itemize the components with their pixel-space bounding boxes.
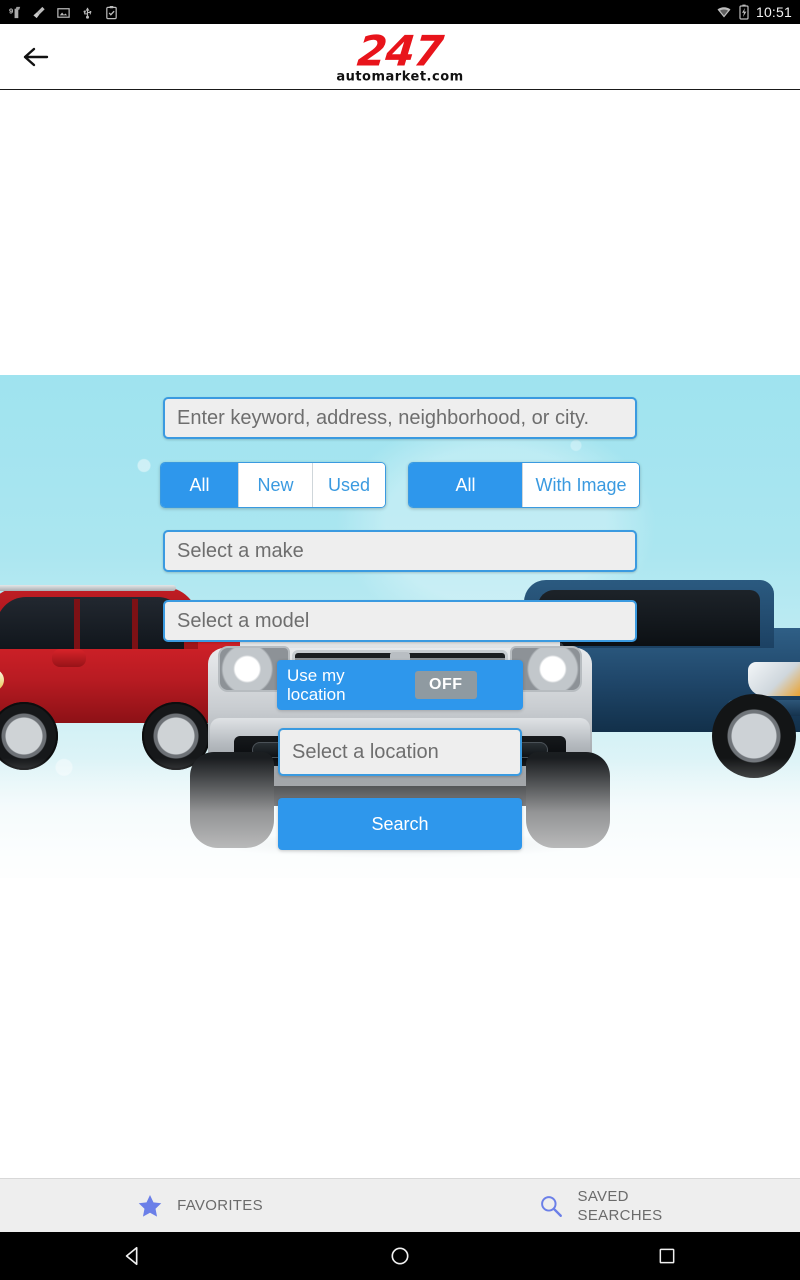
make-select-placeholder: Select a make xyxy=(177,539,304,562)
nav-back-button[interactable] xyxy=(93,1232,173,1280)
condition-option-all[interactable]: All xyxy=(161,463,239,507)
wifi-icon xyxy=(717,7,731,18)
tab-favorites[interactable]: FAVORITES xyxy=(0,1179,400,1232)
tab-favorites-label: FAVORITES xyxy=(177,1197,263,1214)
tab-saved-searches-label-line1: SAVED xyxy=(577,1187,629,1205)
condition-segment-group: All New Used xyxy=(160,462,386,508)
back-arrow-icon xyxy=(23,47,49,66)
search-icon xyxy=(540,1195,562,1217)
location-select[interactable]: Select a location xyxy=(278,728,522,776)
status-bar-left-icons: 9 xyxy=(8,5,119,20)
tab-saved-searches[interactable]: SAVED SEARCHES xyxy=(400,1179,800,1232)
back-triangle-icon xyxy=(126,1246,138,1266)
tab-saved-searches-label: SAVED SEARCHES xyxy=(578,1187,663,1225)
image-segment-group: All With Image xyxy=(408,462,640,508)
use-my-location-switch-state[interactable]: OFF xyxy=(415,671,477,699)
android-navigation-bar xyxy=(0,1232,800,1280)
hero-search-banner: Enter keyword, address, neighborhood, or… xyxy=(0,375,800,878)
model-select[interactable]: Select a model xyxy=(163,600,637,642)
app-header: 247 automarket.com xyxy=(0,24,800,90)
home-circle-icon xyxy=(391,1247,409,1265)
back-button[interactable] xyxy=(8,29,64,85)
keyword-input[interactable]: Enter keyword, address, neighborhood, or… xyxy=(163,397,637,439)
location-select-placeholder: Select a location xyxy=(292,740,439,763)
make-select[interactable]: Select a make xyxy=(163,530,637,572)
notification-icon: 9 xyxy=(9,6,21,18)
keyword-input-placeholder: Enter keyword, address, neighborhood, or… xyxy=(177,406,590,429)
search-button[interactable]: Search xyxy=(278,798,522,850)
content-spacer-bottom xyxy=(0,878,800,1180)
use-my-location-label: Use my location xyxy=(287,666,379,704)
condition-option-used[interactable]: Used xyxy=(313,463,385,507)
recents-square-icon xyxy=(659,1248,675,1264)
filter-segment-row: All New Used All With Image xyxy=(160,462,640,508)
app-logo[interactable]: 247 automarket.com xyxy=(336,26,463,83)
usb-icon xyxy=(83,7,92,19)
tab-saved-searches-label-line2: SEARCHES xyxy=(577,1206,663,1224)
search-form: Enter keyword, address, neighborhood, or… xyxy=(0,397,800,850)
svg-text:9: 9 xyxy=(9,6,13,15)
model-select-placeholder: Select a model xyxy=(177,609,310,632)
broom-icon xyxy=(33,6,45,18)
bottom-tab-bar: FAVORITES SAVED SEARCHES xyxy=(0,1178,800,1232)
content-spacer-top xyxy=(0,90,800,375)
condition-option-new[interactable]: New xyxy=(239,463,313,507)
status-bar-clock: 10:51 xyxy=(755,4,792,20)
nav-home-button[interactable] xyxy=(360,1232,440,1280)
android-status-bar: 9 10:51 xyxy=(0,0,800,24)
clipboard-check-icon xyxy=(106,5,117,19)
status-bar-right-icons: 10:51 xyxy=(716,4,792,20)
screenshot-icon xyxy=(57,7,70,18)
image-option-all[interactable]: All xyxy=(409,463,523,507)
nav-recents-button[interactable] xyxy=(627,1232,707,1280)
use-my-location-toggle[interactable]: Use my location OFF xyxy=(277,660,523,710)
star-icon xyxy=(138,1194,162,1217)
logo-primary-text: 247 xyxy=(355,26,445,75)
image-option-with-image[interactable]: With Image xyxy=(523,463,639,507)
use-my-location-label-line1: Use my xyxy=(287,666,345,685)
use-my-location-label-line2: location xyxy=(287,685,346,704)
battery-charging-icon xyxy=(739,4,749,20)
